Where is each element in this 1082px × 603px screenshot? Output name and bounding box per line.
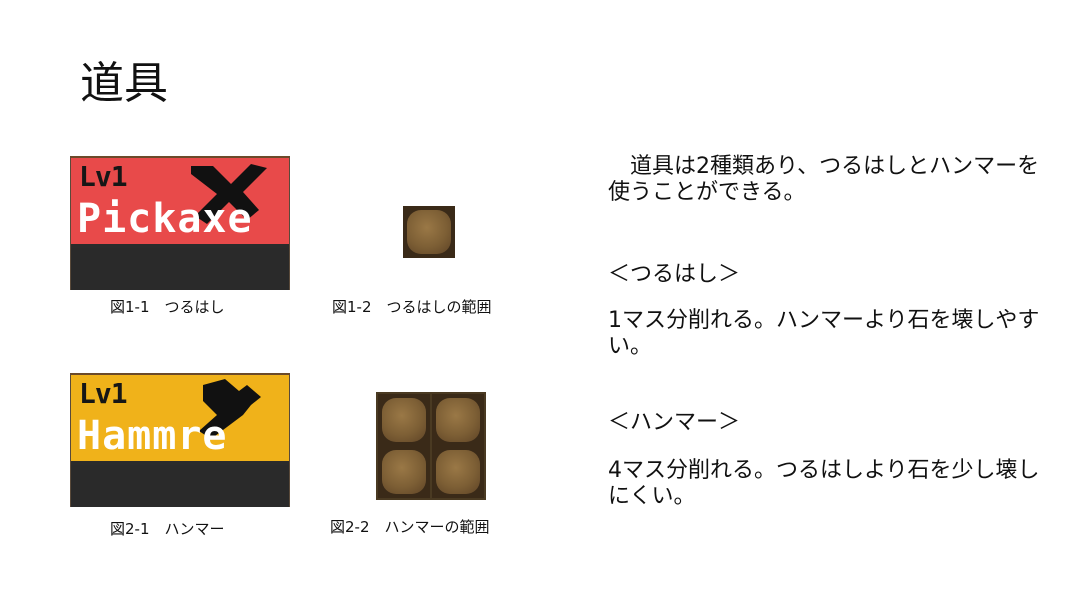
- hammer-range-tile: [432, 446, 484, 498]
- pickaxe-card-footer: [71, 248, 289, 290]
- hammer-card-footer: [71, 465, 289, 507]
- slide-title: 道具: [80, 58, 168, 109]
- hammer-caption: 図2-1 ハンマー: [110, 520, 225, 538]
- hammer-card: Lv1 Hammre: [70, 373, 290, 507]
- pickaxe-heading: ＜つるはし＞: [608, 262, 741, 287]
- pickaxe-description: 1マス分削れる。ハンマーより石を壊しやすい。: [608, 308, 1040, 359]
- pickaxe-level-label: Lv1: [79, 160, 128, 193]
- hammer-range-tile: [432, 394, 484, 446]
- hammer-range-caption: 図2-2 ハンマーの範囲: [330, 518, 490, 536]
- pickaxe-range-caption: 図1-2 つるはしの範囲: [332, 298, 492, 316]
- hammer-range-tile: [378, 446, 430, 498]
- hammer-range-grid: [376, 392, 486, 500]
- pickaxe-name-label: Pickaxe: [77, 196, 253, 242]
- hammer-name-label: Hammre: [77, 413, 228, 459]
- pickaxe-range-tile: [403, 206, 455, 258]
- pickaxe-caption: 図1-1 つるはし: [110, 298, 225, 316]
- hammer-level-label: Lv1: [79, 377, 128, 410]
- hammer-range-tile: [378, 394, 430, 446]
- hammer-heading: ＜ハンマー＞: [608, 410, 741, 435]
- intro-text: 道具は2種類あり、つるはしとハンマーを使うことができる。: [608, 154, 1040, 205]
- pickaxe-card: Lv1 Pickaxe: [70, 156, 290, 290]
- hammer-description: 4マス分削れる。つるはしより石を少し壊しにくい。: [608, 458, 1040, 509]
